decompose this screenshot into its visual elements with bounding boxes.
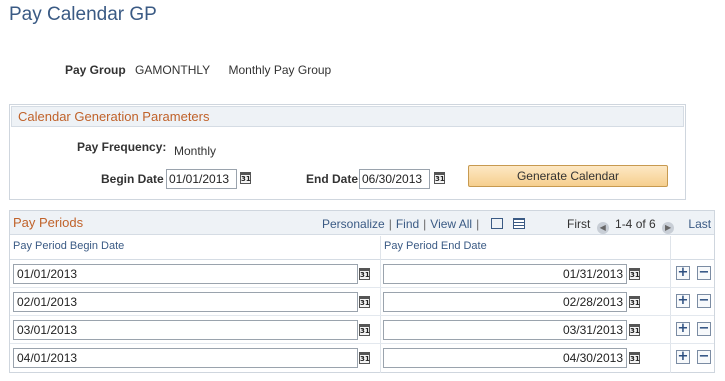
begin-date-input[interactable] bbox=[166, 169, 237, 189]
pay-group-label: Pay Group bbox=[65, 63, 126, 77]
column-header-begin-date[interactable]: Pay Period Begin Date bbox=[13, 240, 124, 252]
column-headers: Pay Period Begin Date Pay Period End Dat… bbox=[10, 236, 714, 260]
last-link[interactable]: Last bbox=[688, 217, 711, 231]
delete-row-button[interactable]: − bbox=[697, 266, 711, 280]
calendar-icon[interactable]: 31 bbox=[629, 268, 640, 280]
page-title: Pay Calendar GP bbox=[9, 4, 157, 25]
grid-navigation: First ◀ 1-4 of 6 ▶ Last bbox=[567, 217, 711, 234]
pay-frequency-label: Pay Frequency: bbox=[77, 140, 167, 154]
end-date-calendar-icon[interactable]: 31 bbox=[434, 172, 445, 184]
begin-date-calendar-icon[interactable]: 31 bbox=[240, 172, 251, 184]
table-row: 31 31 + − bbox=[10, 316, 714, 344]
table-row: 31 31 + − bbox=[10, 344, 714, 372]
calendar-icon[interactable]: 31 bbox=[359, 268, 370, 280]
pay-periods-grid: Pay Periods Personalize | Find | View All | F… bbox=[9, 210, 715, 373]
row-end-date-input[interactable] bbox=[383, 320, 627, 340]
grid-toolbar: Personalize | Find | View All | bbox=[322, 217, 526, 231]
delete-row-button[interactable]: − bbox=[697, 322, 711, 336]
zoom-icon[interactable] bbox=[491, 218, 504, 229]
download-spreadsheet-icon[interactable] bbox=[513, 218, 526, 229]
add-row-button[interactable]: + bbox=[676, 266, 690, 280]
generate-calendar-button[interactable]: Generate Calendar bbox=[468, 165, 668, 187]
personalize-link[interactable]: Personalize bbox=[322, 217, 385, 231]
calendar-generation-header: Calendar Generation Parameters bbox=[11, 106, 684, 127]
row-end-date-input[interactable] bbox=[383, 264, 627, 284]
add-row-button[interactable]: + bbox=[676, 294, 690, 308]
calendar-icon[interactable]: 31 bbox=[359, 324, 370, 336]
add-row-button[interactable]: + bbox=[676, 322, 690, 336]
delete-row-button[interactable]: − bbox=[697, 294, 711, 308]
row-begin-date-input[interactable] bbox=[13, 320, 358, 340]
pay-periods-header: Pay Periods Personalize | Find | View All | F… bbox=[10, 211, 714, 235]
row-begin-date-input[interactable] bbox=[13, 292, 358, 312]
previous-arrow-icon[interactable]: ◀ bbox=[596, 222, 609, 234]
view-all-link[interactable]: View All bbox=[430, 217, 472, 231]
calendar-icon[interactable]: 31 bbox=[629, 296, 640, 308]
calendar-icon[interactable]: 31 bbox=[359, 296, 370, 308]
row-count: 1-4 of 6 bbox=[615, 217, 656, 231]
table-row: 31 31 + − bbox=[10, 288, 714, 316]
pay-frequency-value: Monthly bbox=[174, 144, 217, 158]
delete-row-button[interactable]: − bbox=[697, 350, 711, 364]
calendar-icon[interactable]: 31 bbox=[629, 324, 640, 336]
pay-group-code: GAMONTHLY bbox=[135, 63, 211, 77]
begin-date-label: Begin Date bbox=[101, 172, 164, 186]
next-arrow-icon[interactable]: ▶ bbox=[662, 222, 675, 234]
end-date-label: End Date bbox=[306, 172, 359, 186]
pay-periods-title: Pay Periods bbox=[13, 215, 84, 230]
calendar-generation-panel: Calendar Generation Parameters Pay Frequ… bbox=[9, 104, 686, 200]
pay-group-description: Monthly Pay Group bbox=[228, 63, 332, 77]
row-begin-date-input[interactable] bbox=[13, 264, 358, 284]
pay-group-row: Pay Group GAMONTHLY Monthly Pay Group bbox=[65, 63, 331, 77]
column-header-end-date[interactable]: Pay Period End Date bbox=[384, 240, 487, 252]
calendar-icon[interactable]: 31 bbox=[359, 352, 370, 364]
row-begin-date-input[interactable] bbox=[13, 348, 358, 368]
table-row: 31 31 + − bbox=[10, 260, 714, 288]
row-end-date-input[interactable] bbox=[383, 292, 627, 312]
row-end-date-input[interactable] bbox=[383, 348, 627, 368]
first-link[interactable]: First bbox=[567, 217, 590, 231]
calendar-icon[interactable]: 31 bbox=[629, 352, 640, 364]
add-row-button[interactable]: + bbox=[676, 350, 690, 364]
find-link[interactable]: Find bbox=[396, 217, 419, 231]
end-date-input[interactable] bbox=[359, 169, 430, 189]
